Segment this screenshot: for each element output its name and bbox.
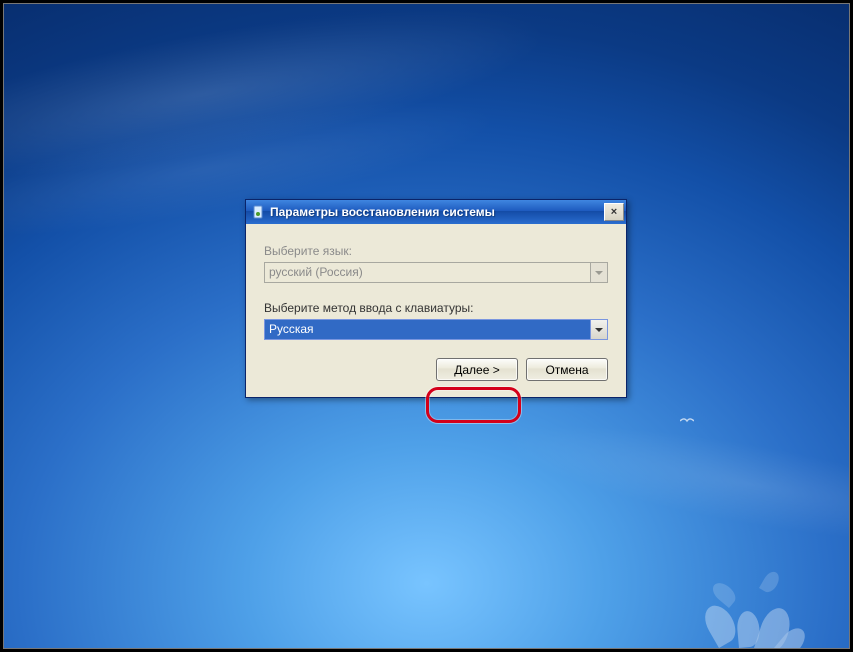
bird-icon xyxy=(680,414,694,428)
language-select: русский (Россия) xyxy=(264,262,608,283)
keyboard-label: Выберите метод ввода с клавиатуры: xyxy=(264,301,608,315)
dialog-body: Выберите язык: русский (Россия) Выберите… xyxy=(246,224,626,397)
desktop-background: Параметры восстановления системы × Выбер… xyxy=(3,3,850,649)
button-row: Далее > Отмена xyxy=(264,358,608,381)
next-button[interactable]: Далее > xyxy=(436,358,518,381)
dropdown-button xyxy=(590,262,608,283)
window-title: Параметры восстановления системы xyxy=(270,205,604,219)
language-label: Выберите язык: xyxy=(264,244,608,258)
titlebar[interactable]: Параметры восстановления системы × xyxy=(246,200,626,224)
decoration-plant xyxy=(659,468,829,648)
chevron-down-icon xyxy=(595,271,603,275)
keyboard-select[interactable]: Русская xyxy=(264,319,608,340)
dropdown-button[interactable] xyxy=(590,319,608,340)
close-button[interactable]: × xyxy=(604,203,624,221)
chevron-down-icon xyxy=(595,328,603,332)
keyboard-value: Русская xyxy=(264,319,590,340)
language-value: русский (Россия) xyxy=(264,262,590,283)
close-icon: × xyxy=(611,206,617,218)
recovery-options-dialog: Параметры восстановления системы × Выбер… xyxy=(245,199,627,398)
app-icon xyxy=(250,204,266,220)
cancel-button[interactable]: Отмена xyxy=(526,358,608,381)
